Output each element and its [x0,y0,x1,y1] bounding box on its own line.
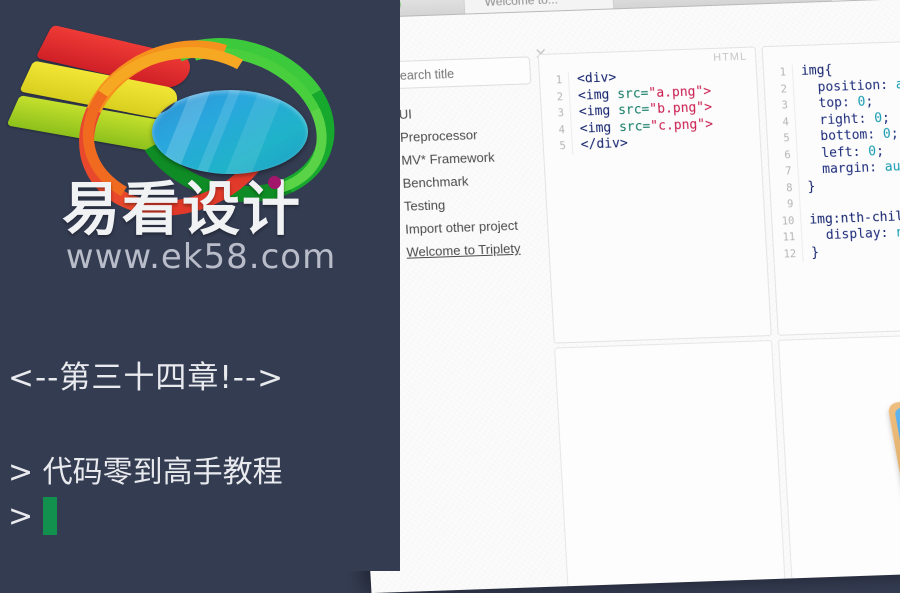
code-token: src= [617,102,650,119]
html-code-area[interactable]: 12345 <div> <img src="a.png"> <img src="b.… [539,47,761,156]
line-number: 5 [783,132,791,145]
code-line: position: abs [802,76,900,97]
tree-item-label: Benchmark [402,173,469,191]
logo-eye-shape [152,90,308,174]
line-number: 3 [781,99,789,112]
line-number: 1 [555,74,563,87]
code-token: margin: [806,159,886,178]
line-number: 5 [559,140,567,153]
html-code-lines: <div> <img src="a.png"> <img src="b.png"> <… [569,67,715,154]
caption-prompt-symbol: > [8,498,34,534]
line-number: 4 [782,115,790,129]
code-token: no [895,225,900,241]
line-number: 9 [786,198,794,211]
editor-column: HTML 12345 <div> <img src="a.png"> <img sr… [537,36,900,588]
code-token: ; [881,110,891,126]
line-number: 8 [785,181,793,194]
window-body: ⚲ ✕ UI Preprocessor [342,36,900,593]
code-token: auto [884,158,900,175]
brand-website-url: www.ek58.com [65,237,337,277]
code-token: ; [865,94,874,110]
code-token: } [810,244,820,261]
line-number: 7 [784,165,792,178]
code-token: right: [803,110,875,129]
app-window-wrapper: Welcome to... HTML CSS ⚲ ✕ [338,0,900,593]
css-code-lines: img{ position: abs top: 0; right: 0; bot… [793,60,900,262]
promo-caption: <--第三十四章!--> > 代码零到高手教程 > [8,352,388,535]
tree-item-label: Welcome to Triplety [406,240,521,260]
html-pane-label: HTML [712,50,748,64]
css-editor-pane[interactable]: 1 2 3 4 5 6 7 8 9 10 11 12 img{ position: abs top: … [761,38,900,336]
line-number: 6 [784,148,792,161]
code-token: ; [890,126,900,142]
code-token: img{ [800,62,833,79]
terminal-cursor-block [43,497,58,535]
line-number: 1 [779,66,787,79]
line-number: 2 [556,90,564,103]
code-token: <div> [576,70,617,87]
code-token: } [807,178,816,195]
code-token: ; [875,143,885,159]
preview-row [554,327,900,588]
caption-comment-line: <--第三十四章!--> [8,360,285,396]
code-token: <img [579,119,620,137]
code-token: "c.png"> [649,116,714,134]
code-token: <img [577,86,618,104]
code-line: </div> [580,133,714,154]
promo-panel: 易看设计 www.ek58.com <--第三十四章!--> > 代码零到高手教… [0,0,400,571]
brand-wordmark: 易看设计 [62,175,303,243]
brand-accent-dot [268,176,281,189]
code-line: margin: auto [806,159,900,180]
line-number: 12 [783,247,797,261]
line-number: 2 [780,82,788,96]
caption-cursor-line: > [8,497,388,535]
code-line: bottom: 0; [804,126,900,147]
tree-item-label: Import other project [404,217,519,237]
code-token: src= [616,85,649,102]
code-token: display: [809,225,897,244]
editor-panes: HTML 12345 <div> <img src="a.png"> <img sr… [537,36,900,344]
css-code-area[interactable]: 1 2 3 4 5 6 7 8 9 10 11 12 img{ position: abs top: … [763,40,900,263]
code-token: left: [805,144,869,162]
code-token: <img [578,103,619,120]
line-number: 3 [557,107,565,120]
code-token: top: [802,94,859,112]
code-token: src= [618,118,651,135]
preview-card-1 [887,392,900,529]
tree-item-label: Preprocessor [399,127,478,145]
app-window: Welcome to... HTML CSS ⚲ ✕ [338,0,900,593]
search-input[interactable] [390,57,527,91]
code-token: "b.png"> [648,100,713,118]
caption-prompt-line: > 代码零到高手教程 [8,455,283,490]
code-token: bottom: [804,127,884,145]
line-number: 11 [782,231,796,244]
code-token: position: [801,77,897,96]
code-line: display: no [810,225,900,246]
tree-item-label: Testing [403,197,446,214]
tree-item-label: UI [398,106,413,122]
code-token: abs [895,76,900,93]
html-line-numbers: 1 2 3 4 5 [539,71,574,156]
line-number: 4 [558,123,566,136]
html-editor-pane[interactable]: HTML 12345 <div> <img src="a.png"> <img sr… [537,46,772,344]
preview-pane-left[interactable] [554,339,786,588]
code-token: "a.png"> [648,83,712,101]
code-token: img:nth-child [808,208,900,228]
code-token: </div> [580,135,629,153]
preview-pane-right[interactable] [777,332,900,580]
tree-item-label: MV* Framework [400,149,495,168]
line-number: 10 [781,214,795,228]
preview-card-1-art [894,399,900,522]
